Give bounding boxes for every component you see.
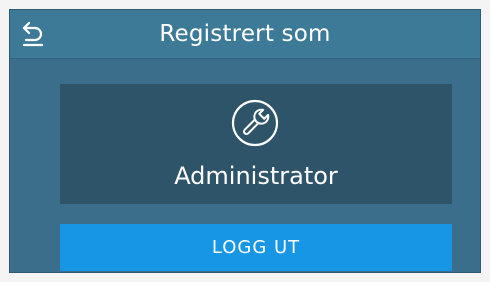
user-role-label: Administrator (174, 162, 338, 190)
logout-button[interactable]: LOGG UT (60, 224, 452, 271)
login-status-screen: Registrert som Administrator LOGG UT (9, 9, 481, 273)
page-title: Registrert som (159, 21, 331, 47)
header-bar: Registrert som (10, 10, 480, 59)
user-info-panel: Administrator (60, 84, 452, 204)
wrench-icon (231, 99, 279, 147)
